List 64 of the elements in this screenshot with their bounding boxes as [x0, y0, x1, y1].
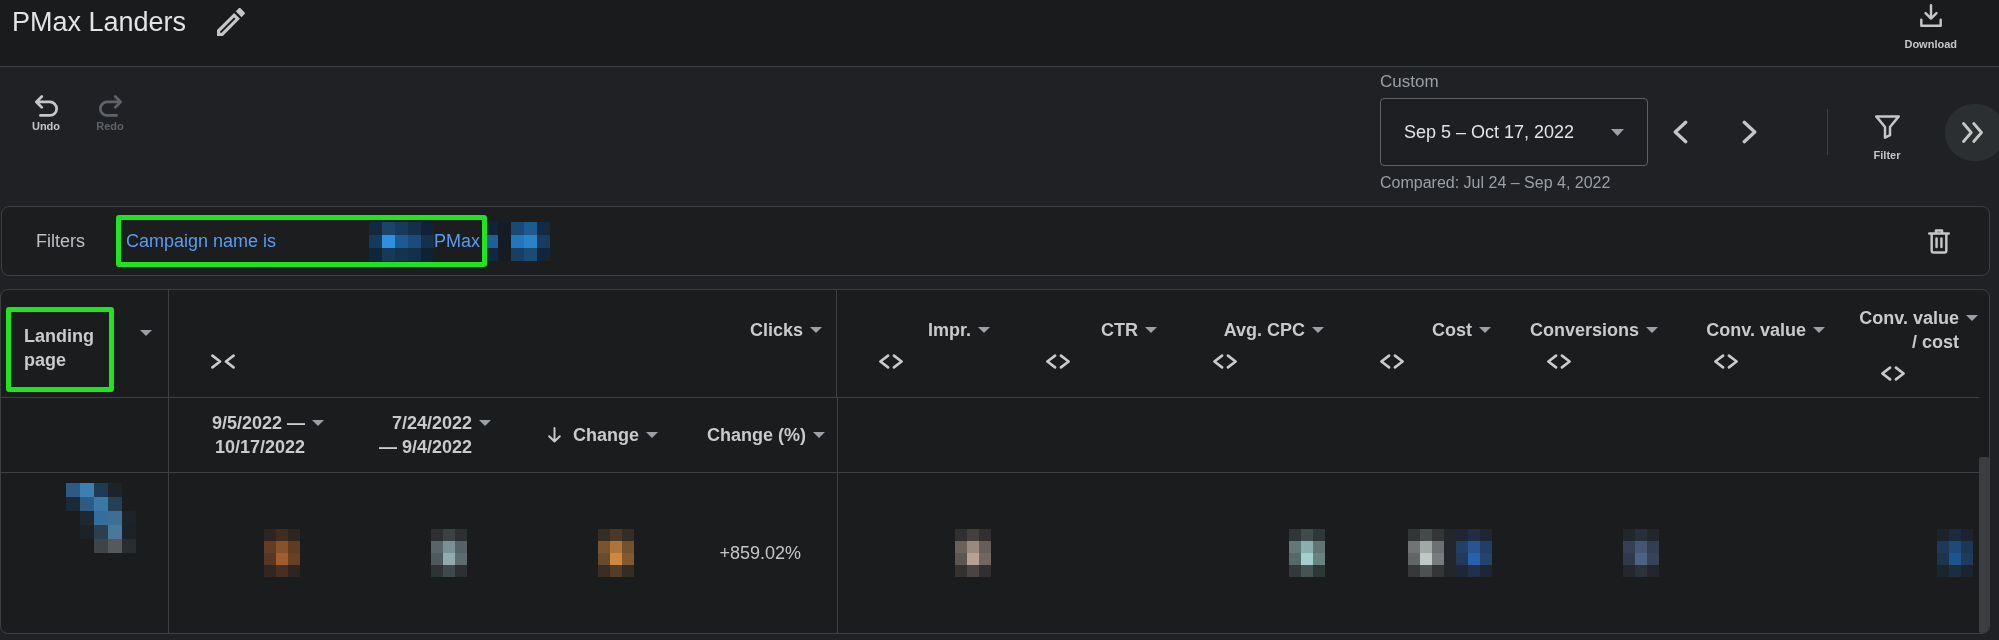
caret-down-icon[interactable] — [1479, 327, 1491, 333]
column-header[interactable]: Change (%) — [707, 423, 806, 447]
download-icon[interactable] — [1919, 4, 1942, 27]
column-header[interactable]: Conv. value / cost — [1853, 306, 1959, 354]
caret-down-icon[interactable] — [646, 432, 658, 438]
pixel-mosaic-drawing — [1623, 529, 1659, 577]
column-header[interactable]: Impr. — [928, 318, 971, 342]
column-header[interactable]: Conv. value — [1706, 318, 1806, 342]
caret-down-icon[interactable] — [312, 420, 324, 426]
filter-icon[interactable] — [1874, 114, 1900, 139]
column-header[interactable]: Cost — [1432, 318, 1472, 342]
column-header[interactable]: Avg. CPC — [1223, 318, 1305, 342]
caret-down-icon[interactable] — [1312, 327, 1324, 333]
column-header[interactable]: CTR — [1101, 318, 1138, 342]
caret-down-icon[interactable] — [479, 420, 491, 426]
filter-button[interactable]: Filter — [1862, 114, 1912, 162]
pixel-mosaic-drawing — [955, 529, 991, 577]
column-header[interactable]: Conversions — [1529, 318, 1639, 342]
pixel-mosaic-drawing — [598, 529, 634, 577]
chevron-left-icon[interactable] — [1673, 120, 1688, 144]
arrow-down-icon — [548, 427, 561, 443]
column-header[interactable]: Landing page — [24, 324, 94, 372]
angle-brackets-icon[interactable] — [1213, 354, 1237, 369]
table-cell-text: +859.02% — [718, 541, 802, 565]
chevron-right-icon[interactable] — [1742, 120, 1757, 144]
double-chevron-right-icon[interactable] — [1962, 121, 1983, 143]
undo-icon[interactable] — [34, 95, 58, 117]
column-header[interactable]: Change — [548, 423, 639, 447]
angle-brackets-icon[interactable] — [1881, 366, 1905, 381]
angle-brackets-icon[interactable] — [1714, 354, 1738, 369]
caret-down-icon[interactable] — [1966, 315, 1978, 321]
pixel-mosaic-drawing — [1937, 529, 1973, 577]
date-range-label: Custom — [1380, 72, 1440, 91]
caret-down-icon[interactable] — [1813, 327, 1825, 333]
page-title: PMax Landers — [12, 6, 187, 38]
caret-down-icon[interactable] — [1611, 128, 1624, 136]
filter-chip[interactable]: Campaign name is PMax — [115, 213, 559, 269]
caret-down-icon[interactable] — [978, 327, 990, 333]
caret-down-icon[interactable] — [813, 432, 825, 438]
angle-brackets-icon[interactable] — [1380, 354, 1404, 369]
column-header[interactable]: 9/5/2022 — 10/17/2022 — [179, 411, 305, 459]
undo-button[interactable]: Undo — [21, 95, 71, 133]
column-header[interactable]: Clicks — [749, 318, 803, 342]
download-button[interactable]: Download — [1904, 4, 1957, 51]
angle-brackets-icon[interactable] — [1046, 354, 1070, 369]
caret-down-icon[interactable] — [1646, 327, 1658, 333]
angle-brackets-icon[interactable] — [879, 354, 903, 369]
angle-brackets-icon[interactable] — [1547, 354, 1571, 369]
scrollbar-thumb[interactable] — [1979, 457, 1989, 633]
pixel-mosaic-drawing — [66, 483, 136, 553]
pixel-mosaic-drawing — [369, 221, 435, 261]
inward-chevrons-icon[interactable] — [211, 354, 235, 369]
date-range-dropdown[interactable]: Sep 5 – Oct 17, 2022 — [1380, 98, 1648, 166]
pixel-mosaic-drawing — [431, 529, 467, 577]
filters-label: Filters — [36, 230, 85, 252]
pixel-mosaic-drawing — [1289, 529, 1325, 577]
caret-down-icon[interactable] — [1145, 327, 1157, 333]
pixel-mosaic-drawing — [264, 529, 300, 577]
caret-down-icon[interactable] — [810, 327, 822, 333]
column-header[interactable]: 7/24/2022 — 9/4/2022 — [346, 411, 472, 459]
comparison-range-text: Compared: Jul 24 – Sep 4, 2022 — [1380, 173, 1612, 192]
trash-icon[interactable] — [1928, 228, 1950, 254]
pencil-icon[interactable] — [217, 8, 246, 36]
caret-down-icon[interactable] — [140, 330, 152, 336]
